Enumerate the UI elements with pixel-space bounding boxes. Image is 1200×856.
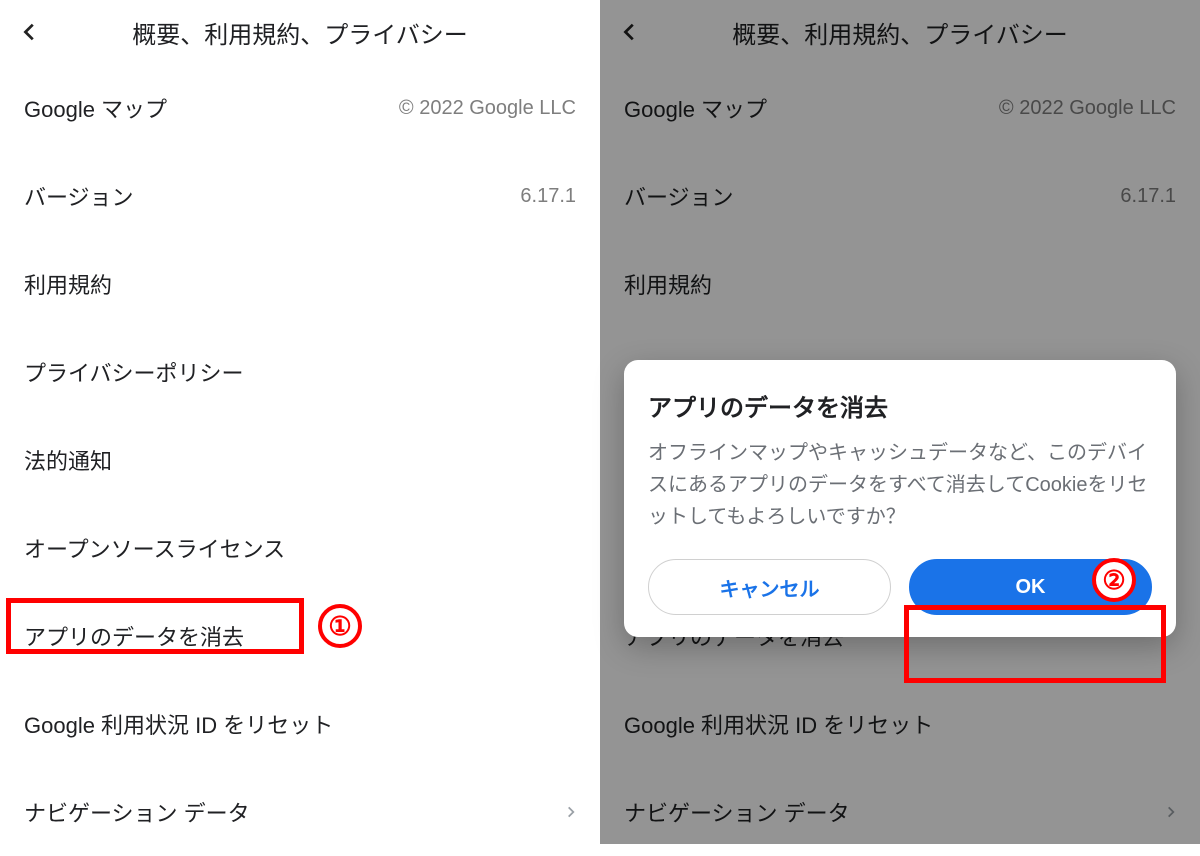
version-value: 6.17.1 <box>520 185 576 208</box>
copyright-text: © 2022 Google LLC <box>399 97 576 120</box>
row-clear-data[interactable]: アプリのデータを消去 <box>0 592 600 680</box>
chevron-right-icon <box>564 802 576 822</box>
legal-label: 法的通知 <box>24 444 112 476</box>
dialog-body: オフラインマップやキャッシュデータなど、このデバイスにあるアプリのデータをすべて… <box>648 437 1152 533</box>
row-legal[interactable]: 法的通知 <box>0 416 600 504</box>
row-nav-data[interactable]: ナビゲーション データ <box>0 768 600 856</box>
row-terms[interactable]: 利用規約 <box>0 240 600 328</box>
terms-label: 利用規約 <box>24 268 112 300</box>
page-title: 概要、利用規約、プライバシー <box>44 15 584 50</box>
row-app-name: Google マップ © 2022 Google LLC <box>0 64 600 152</box>
row-oss[interactable]: オープンソースライセンス <box>0 504 600 592</box>
cancel-button[interactable]: キャンセル <box>648 559 891 615</box>
clear-data-dialog: アプリのデータを消去 オフラインマップやキャッシュデータなど、このデバイスにある… <box>624 360 1176 637</box>
nav-data-label: ナビゲーション データ <box>24 796 250 828</box>
privacy-label: プライバシーポリシー <box>24 356 244 388</box>
row-privacy[interactable]: プライバシーポリシー <box>0 328 600 416</box>
reset-usage-id-label: Google 利用状況 ID をリセット <box>24 708 333 740</box>
clear-data-label: アプリのデータを消去 <box>24 620 244 652</box>
back-icon[interactable] <box>16 18 44 46</box>
ok-button[interactable]: OK <box>909 559 1152 615</box>
dialog-title: アプリのデータを消去 <box>648 388 1152 423</box>
row-reset-usage-id[interactable]: Google 利用状況 ID をリセット <box>0 680 600 768</box>
version-label: バージョン <box>24 180 134 212</box>
row-version: バージョン 6.17.1 <box>0 152 600 240</box>
left-pane: 概要、利用規約、プライバシー Google マップ © 2022 Google … <box>0 0 600 844</box>
dialog-actions: キャンセル OK <box>648 559 1152 615</box>
oss-label: オープンソースライセンス <box>24 532 285 564</box>
app-name-label: Google マップ <box>24 92 167 124</box>
header: 概要、利用規約、プライバシー <box>0 0 600 64</box>
right-pane: 概要、利用規約、プライバシー Google マップ © 2022 Google … <box>600 0 1200 844</box>
